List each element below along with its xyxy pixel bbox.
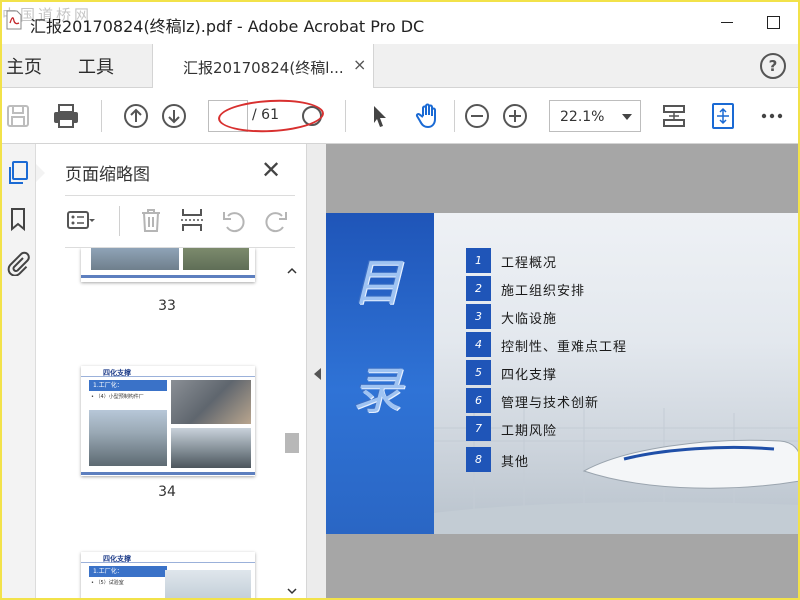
nav-bar: 主页 工具 汇报20170824(终稿l... × ? (0, 44, 800, 88)
tab-home[interactable]: 主页 (6, 53, 42, 79)
thumbnail-header: 四化支撑 (81, 552, 255, 563)
slide-title-char: 录 (352, 362, 402, 420)
bookmark-icon[interactable] (5, 206, 31, 232)
scroll-down-icon[interactable] (286, 582, 298, 595)
toc-number: 7 (466, 416, 491, 441)
document-tab-label: 汇报20170824(终稿l... (183, 59, 344, 77)
scroll-mode-icon[interactable] (709, 102, 737, 130)
page-thumbnail[interactable]: 四化支撑 1.工厂化： • （4）小型预制构件厂 (81, 366, 255, 476)
thumbnail-bullet: • （4）小型预制构件厂 (91, 394, 144, 400)
more-icon[interactable] (758, 102, 786, 130)
thumbnail-page-number: 33 (158, 298, 176, 314)
hand-tool-icon[interactable] (414, 102, 442, 130)
toc-text: 大临设施 (501, 312, 558, 327)
panel-divider (65, 195, 295, 196)
slide-title-band: 目 录 (326, 213, 434, 534)
maximize-icon[interactable] (762, 10, 786, 34)
thumbnail-header: 四化支撑 (81, 366, 255, 377)
tab-tools[interactable]: 工具 (78, 53, 114, 79)
close-tab-button[interactable]: × (353, 55, 366, 74)
save-icon[interactable] (4, 102, 32, 130)
toc-text: 施工组织安排 (501, 284, 586, 299)
toc-number: 1 (466, 248, 491, 273)
rail-selection-pointer (36, 164, 45, 182)
slide-content: 1 工程概况 2 施工组织安排 3 大临设施 4 控制性、重难点工程 5 四化支… (434, 213, 800, 534)
chevron-left-icon[interactable] (314, 368, 321, 380)
close-icon[interactable]: ✕ (261, 156, 281, 184)
thumbnail-heading: 1.工厂化： (89, 566, 167, 577)
insert-page-icon[interactable] (178, 206, 206, 234)
title-bar: 中国道桥网 汇报20170824(终稿lz).pdf - Adobe Acrob… (0, 0, 800, 44)
rotate-left-icon[interactable] (220, 206, 248, 234)
toc-number: 5 (466, 360, 491, 385)
toc-text: 工程概况 (501, 256, 558, 271)
page-thumbnail[interactable] (81, 248, 255, 282)
window-title: 汇报20170824(终稿lz).pdf - Adobe Acrobat Pro… (30, 17, 425, 36)
scrollbar-thumb[interactable] (285, 433, 299, 453)
thumbnails-list: 33 四化支撑 1.工厂化： • （4）小型预制构件厂 34 四化支撑 1.工厂… (37, 248, 282, 600)
thumbnails-scrollbar[interactable] (283, 254, 301, 600)
pdf-page: 目 录 1 工程概况 2 施工组织安排 3 大临设施 4 控制性、重难点工程 5… (326, 213, 800, 534)
options-menu-icon[interactable] (67, 206, 95, 234)
panel-toolbar-divider (119, 206, 120, 236)
toolbar-divider (345, 100, 346, 132)
fit-page-icon[interactable] (660, 102, 688, 130)
help-icon[interactable]: ? (760, 53, 786, 79)
page-down-icon[interactable] (160, 102, 188, 130)
toolbar-divider (454, 100, 455, 132)
zoom-in-icon[interactable] (501, 102, 529, 130)
page-up-icon[interactable] (122, 102, 150, 130)
document-view[interactable]: 目 录 1 工程概况 2 施工组织安排 3 大临设施 4 控制性、重难点工程 5… (326, 144, 800, 600)
thumbnail-bullet: • （5）试验室 (91, 580, 124, 586)
select-arrow-icon[interactable] (366, 102, 394, 130)
thumbnail-heading: 1.工厂化： (89, 380, 167, 391)
delete-icon[interactable] (137, 206, 165, 234)
pdf-app-icon (6, 10, 22, 30)
tab-document[interactable]: 汇报20170824(终稿l... × (152, 44, 374, 88)
slide-title-char: 目 (352, 254, 402, 312)
toc-text: 四化支撑 (501, 368, 558, 383)
toc-text: 管理与技术创新 (501, 396, 600, 411)
toc-text: 工期风险 (501, 424, 558, 439)
zoom-select[interactable]: 22.1% (549, 100, 641, 132)
toc-number: 3 (466, 304, 491, 329)
toc-text: 控制性、重难点工程 (501, 340, 628, 355)
page-thumbnails-icon[interactable] (5, 160, 31, 186)
print-icon[interactable] (52, 102, 80, 130)
toolbar: / 61 22.1% (0, 88, 800, 144)
toolbar-divider (101, 100, 102, 132)
toc-number: 4 (466, 332, 491, 357)
toc-number: 6 (466, 388, 491, 413)
scroll-up-icon[interactable] (286, 262, 298, 274)
minimize-icon[interactable] (716, 10, 740, 34)
toc-number: 8 (466, 447, 491, 472)
page-thumbnail[interactable]: 四化支撑 1.工厂化： • （5）试验室 (81, 552, 255, 600)
panel-collapse-handle[interactable] (306, 144, 326, 600)
chevron-down-icon (622, 114, 632, 120)
rotate-right-icon[interactable] (262, 206, 290, 234)
attachment-icon[interactable] (5, 250, 31, 276)
navigation-rail (0, 144, 36, 600)
panel-title: 页面缩略图 (65, 165, 150, 185)
thumbnail-page-number: 34 (158, 484, 176, 500)
thumbnails-panel: 页面缩略图 ✕ 33 四化支撑 1.工厂化： • （4）小型预制构件厂 34 四… (37, 144, 306, 600)
toc-text: 其他 (501, 455, 530, 470)
toc-number: 2 (466, 276, 491, 301)
zoom-value: 22.1% (560, 109, 605, 125)
zoom-out-icon[interactable] (463, 102, 491, 130)
